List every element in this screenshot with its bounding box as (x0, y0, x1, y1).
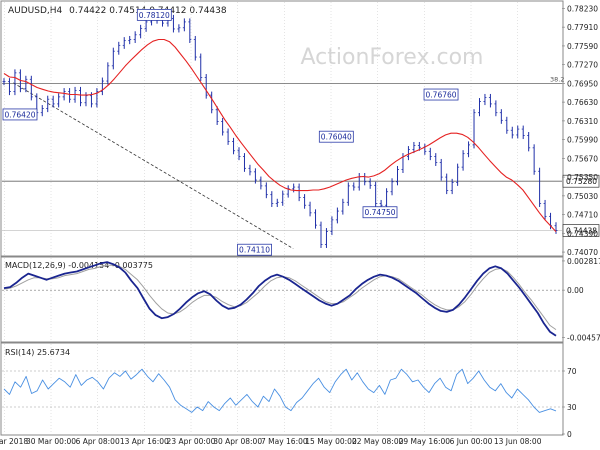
price-callout-label: 0.78120 (139, 11, 170, 20)
y-tick-label: 0.75030 (567, 192, 598, 201)
y-tick-label: 0.76630 (567, 98, 598, 107)
y-tick-label: 0.74390 (567, 229, 598, 238)
fib-level-label: 38.2 (550, 75, 564, 83)
price-callout-label: 0.74110 (239, 246, 270, 255)
watermark: ActionForex.com (301, 45, 484, 70)
y-tick-label: 0.76310 (567, 117, 598, 126)
x-tick-label: 6 Jun 00:00 (450, 437, 493, 446)
x-tick-label: 22 May 08:00 (352, 437, 404, 446)
x-axis-group: 22 Mar 201830 Mar 00:006 Apr 08:0013 Apr… (0, 437, 542, 446)
chart-title: AUDUSD,H4 0.74422 0.74514 0.74412 0.7443… (8, 6, 227, 16)
x-tick-label: 30 Mar 00:00 (26, 437, 76, 446)
x-tick-label: 13 Apr 16:00 (120, 437, 169, 446)
rsi-y-tick-label: 70 (567, 367, 577, 376)
price-callout-label: 0.76040 (321, 133, 352, 142)
macd-label: MACD(12,26,9) -0.004154 -0.003775 (5, 261, 153, 270)
y-tick-label: 0.76950 (567, 79, 598, 88)
y-tick-label: 0.75990 (567, 136, 598, 145)
macd-y-tick-label: 0.002817 (567, 257, 600, 266)
forex-chart: ActionForex.com AUDUSD,H4 0.74422 0.7451… (0, 0, 600, 450)
y-tick-label: 0.75350 (567, 173, 598, 182)
rsi-y-tick-label: 30 (567, 403, 577, 412)
y-tick-label: 0.75670 (567, 154, 598, 163)
y-tick-label: 0.74070 (567, 248, 598, 257)
symbol-label: AUDUSD,H4 (8, 6, 63, 16)
rsi-label: RSI(14) 25.6734 (5, 348, 70, 357)
y-tick-label: 0.74710 (567, 211, 598, 220)
y-tick-label: 0.77590 (567, 42, 598, 51)
x-tick-label: 13 Jun 08:00 (494, 437, 542, 446)
y-tick-label: 0.77270 (567, 61, 598, 70)
rsi-y-tick-label: 0 (567, 430, 572, 439)
x-tick-label: 6 Apr 08:00 (76, 437, 120, 446)
price-callout-label: 0.76420 (4, 110, 35, 119)
x-tick-label: 7 May 16:00 (261, 437, 308, 446)
x-tick-label: 30 Apr 08:00 (213, 437, 262, 446)
y-tick-label: 0.77910 (567, 23, 598, 32)
x-tick-label: 29 May 16:00 (399, 437, 451, 446)
x-tick-label: 22 Mar 2018 (0, 437, 28, 446)
x-tick-label: 23 Apr 00:00 (167, 437, 216, 446)
macd-y-tick-label: -0.004572 (567, 334, 600, 343)
price-callout-label: 0.74750 (364, 208, 395, 217)
x-tick-label: 15 May 00:00 (305, 437, 357, 446)
price-callout-label: 0.76760 (426, 91, 457, 100)
y-tick-label: 0.78230 (567, 4, 598, 13)
macd-y-tick-label: 0.00 (567, 286, 584, 295)
